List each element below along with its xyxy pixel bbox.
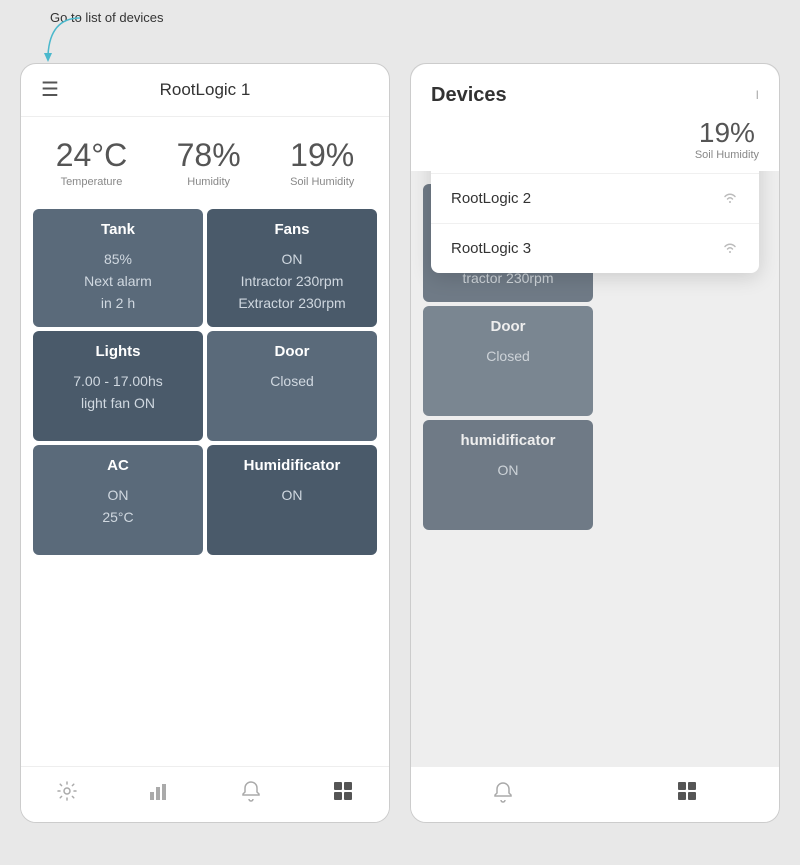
right-soil-value: 19% <box>695 117 759 149</box>
phone-title: RootLogic 1 <box>160 80 251 100</box>
device-name-3: RootLogic 3 <box>451 240 531 257</box>
lights-tile[interactable]: Lights 7.00 - 17.00hslight fan ON <box>33 331 203 441</box>
right-grid-icon[interactable] <box>676 780 698 808</box>
ac-tile-title: AC <box>107 457 129 474</box>
tiles-grid: Tank 85%Next alarmin 2 h Fans ONIntracto… <box>21 193 389 571</box>
soil-humidity-label: Soil Humidity <box>290 176 354 188</box>
right-bell-icon[interactable] <box>492 781 514 808</box>
menu-icon[interactable]: ☰ <box>41 77 59 102</box>
devices-header: Devices I <box>411 64 779 117</box>
door-tile[interactable]: Door Closed <box>207 331 377 441</box>
annotation-text: Go to list of devices <box>50 10 163 27</box>
ac-tile-content: ON25°C <box>102 484 133 529</box>
bell-nav-icon[interactable] <box>240 780 262 808</box>
ac-tile[interactable]: AC ON25°C <box>33 445 203 555</box>
lights-tile-title: Lights <box>96 343 141 360</box>
device-name-2: RootLogic 2 <box>451 190 531 207</box>
stats-row: 24°C Temperature 78% Humidity 19% Soil H… <box>21 117 389 193</box>
tank-tile-content: 85%Next alarmin 2 h <box>84 248 152 315</box>
tank-tile-title: Tank <box>101 221 135 238</box>
left-phone: ☰ RootLogic 1 24°C Temperature 78% Humid… <box>20 63 390 823</box>
signal-indicator: I <box>756 88 759 102</box>
device-rootlogic2[interactable]: RootLogic 2 <box>431 174 759 224</box>
fans-tile-title: Fans <box>274 221 309 238</box>
right-phone: Fans ONtractor 230rpmtractor 230rpm Door… <box>410 63 780 823</box>
left-bottom-nav <box>21 766 389 822</box>
humidificator-tile[interactable]: Humidificator ON <box>207 445 377 555</box>
soil-humidity-stat: 19% Soil Humidity <box>290 137 354 188</box>
right-soil-label: Soil Humidity <box>695 149 759 161</box>
fans-tile-content: ONIntractor 230rpmExtractor 230rpm <box>238 248 345 315</box>
right-bottom-nav <box>411 766 779 822</box>
device-rootlogic3[interactable]: RootLogic 3 <box>431 224 759 273</box>
temperature-label: Temperature <box>56 176 128 188</box>
humidificator-tile-title: Humidificator <box>244 457 341 474</box>
right-soil-stat: 19% Soil Humidity <box>695 117 759 161</box>
humidity-stat: 78% Humidity <box>177 137 241 188</box>
devices-title: Devices <box>431 84 507 107</box>
temperature-stat: 24°C Temperature <box>56 137 128 188</box>
door-tile-title: Door <box>275 343 310 360</box>
fans-tile[interactable]: Fans ONIntractor 230rpmExtractor 230rpm <box>207 209 377 327</box>
wifi-icon-2 <box>721 190 739 207</box>
right-stats-row: 19% Soil Humidity <box>411 117 779 171</box>
humidificator-tile-content: ON <box>282 484 303 506</box>
phone-header: ☰ RootLogic 1 <box>21 64 389 117</box>
temperature-value: 24°C <box>56 137 128 174</box>
soil-humidity-value: 19% <box>290 137 354 174</box>
door-tile-content: Closed <box>270 370 314 392</box>
humidity-label: Humidity <box>177 176 241 188</box>
lights-tile-content: 7.00 - 17.00hslight fan ON <box>73 370 163 415</box>
wifi-icon-3 <box>721 240 739 257</box>
grid-nav-icon[interactable] <box>332 780 354 808</box>
annotation: Go to list of devices <box>30 10 163 27</box>
tank-tile[interactable]: Tank 85%Next alarmin 2 h <box>33 209 203 327</box>
stats-nav-icon[interactable] <box>148 780 170 808</box>
settings-nav-icon[interactable] <box>56 780 78 808</box>
humidity-value: 78% <box>177 137 241 174</box>
